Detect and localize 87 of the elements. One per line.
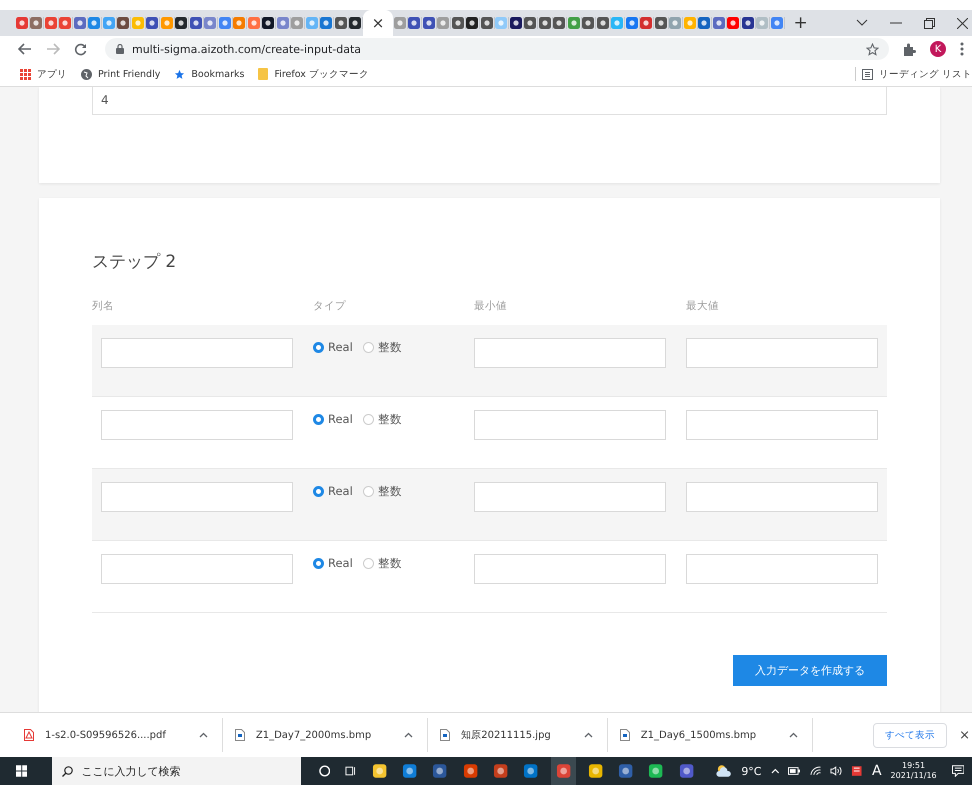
file-icon bbox=[440, 729, 450, 741]
max-input[interactable] bbox=[686, 338, 878, 368]
chevron-down-icon[interactable] bbox=[856, 19, 868, 27]
caret-icon[interactable] bbox=[584, 732, 593, 738]
step-title: ステップ 2 bbox=[92, 251, 178, 273]
site-icon[interactable] bbox=[742, 17, 754, 29]
minimize-icon[interactable] bbox=[890, 22, 902, 24]
file-icon bbox=[234, 729, 245, 741]
site-icon[interactable] bbox=[175, 17, 188, 29]
reload-icon[interactable] bbox=[74, 42, 87, 56]
star-icon[interactable] bbox=[866, 42, 879, 56]
address-bar[interactable]: multi-sigma.aizoth.com/create-input-data bbox=[105, 38, 889, 60]
puzzle-icon[interactable] bbox=[903, 42, 916, 56]
radio-option[interactable]: Real bbox=[313, 340, 353, 354]
radio-option[interactable]: 整数 bbox=[362, 484, 402, 499]
download-item[interactable]: Z1_Day6_1500ms.bmp bbox=[620, 718, 814, 752]
column-header: タイプ bbox=[313, 299, 347, 313]
bookmark-item[interactable]: Bookmarks bbox=[174, 68, 244, 80]
globe-icon bbox=[81, 68, 92, 80]
radio-option[interactable]: 整数 bbox=[362, 412, 402, 427]
folder-icon bbox=[258, 68, 268, 80]
site-icon[interactable] bbox=[262, 17, 274, 29]
chevron-up-icon[interactable] bbox=[770, 768, 780, 774]
restore-icon[interactable] bbox=[924, 18, 935, 28]
profile-avatar[interactable]: K bbox=[930, 41, 946, 57]
search-icon bbox=[62, 766, 74, 776]
caret-icon[interactable] bbox=[404, 732, 414, 738]
name-input[interactable] bbox=[101, 482, 293, 512]
list-icon bbox=[862, 68, 873, 80]
column-header: 列名 bbox=[92, 299, 115, 313]
column-header: 最大値 bbox=[686, 299, 720, 313]
url-text: multi-sigma.aizoth.com/create-input-data bbox=[132, 42, 362, 56]
max-input[interactable] bbox=[686, 410, 878, 440]
radio-option[interactable]: 整数 bbox=[362, 340, 402, 355]
close-button[interactable]: × bbox=[959, 728, 970, 742]
close-tab-button[interactable]: × bbox=[372, 16, 384, 30]
radio-option[interactable]: Real bbox=[313, 484, 353, 498]
speaker-icon[interactable] bbox=[830, 766, 842, 776]
create-button[interactable]: 入力データを作成する bbox=[733, 655, 887, 686]
notification-icon[interactable] bbox=[952, 765, 964, 777]
input-field[interactable]: 4 bbox=[92, 87, 887, 115]
site-icon[interactable] bbox=[466, 17, 478, 29]
clock[interactable]: 19:51 2021/11/16 bbox=[890, 761, 937, 781]
column-header: 最小値 bbox=[474, 299, 508, 313]
download-item[interactable]: 知原20211115.jpg bbox=[440, 718, 608, 752]
radio-option[interactable]: 整数 bbox=[362, 556, 402, 571]
browser-tab[interactable]: × bbox=[363, 10, 393, 36]
temperature-text: 9°C bbox=[741, 764, 762, 778]
notification-app-icon[interactable] bbox=[851, 765, 863, 777]
windows-icon[interactable] bbox=[16, 765, 28, 777]
star-icon bbox=[174, 68, 186, 80]
apps-grid-icon bbox=[20, 68, 31, 80]
battery-icon[interactable] bbox=[788, 767, 801, 775]
search-field[interactable]: ここに入力して検索 bbox=[52, 757, 301, 785]
site-icon[interactable] bbox=[117, 17, 130, 29]
min-input[interactable] bbox=[474, 410, 666, 440]
max-input[interactable] bbox=[686, 554, 878, 584]
download-item[interactable]: Z1_Day7_2000ms.bmp bbox=[234, 718, 428, 752]
site-icon[interactable] bbox=[349, 17, 362, 29]
min-input[interactable] bbox=[474, 482, 666, 512]
download-item[interactable]: 1-s2.0-S09596526....pdf bbox=[24, 718, 223, 752]
caret-icon[interactable] bbox=[198, 732, 208, 738]
name-input[interactable] bbox=[101, 410, 293, 440]
lock-icon bbox=[116, 44, 124, 54]
show-all-button[interactable]: すべて表示 bbox=[873, 722, 948, 748]
radio-option[interactable]: Real bbox=[313, 556, 353, 570]
bookmark-item[interactable]: Firefox ブックマーク bbox=[258, 68, 369, 80]
pdf-file-icon bbox=[24, 729, 34, 741]
name-input[interactable] bbox=[101, 338, 293, 368]
menu-icon[interactable] bbox=[960, 42, 964, 56]
new-tab-button[interactable]: + bbox=[794, 14, 808, 32]
reading-list-button[interactable]: リーディング リスト bbox=[862, 68, 972, 80]
name-input[interactable] bbox=[101, 554, 293, 584]
wifi-icon[interactable] bbox=[810, 766, 822, 776]
file-icon bbox=[620, 729, 630, 741]
weather-icon[interactable] bbox=[715, 764, 732, 778]
site-icon[interactable] bbox=[510, 17, 522, 29]
bookmark-item[interactable]: Print Friendly bbox=[81, 68, 160, 80]
radio-option[interactable]: Real bbox=[313, 412, 353, 426]
min-input[interactable] bbox=[474, 338, 666, 368]
close-icon[interactable] bbox=[957, 18, 968, 28]
caret-icon[interactable] bbox=[789, 732, 798, 738]
max-input[interactable] bbox=[686, 482, 878, 512]
min-input[interactable] bbox=[474, 554, 666, 584]
input-method-indicator[interactable]: A bbox=[872, 763, 882, 779]
bookmark-item[interactable]: アプリ bbox=[20, 68, 67, 80]
back-icon[interactable] bbox=[18, 43, 32, 55]
